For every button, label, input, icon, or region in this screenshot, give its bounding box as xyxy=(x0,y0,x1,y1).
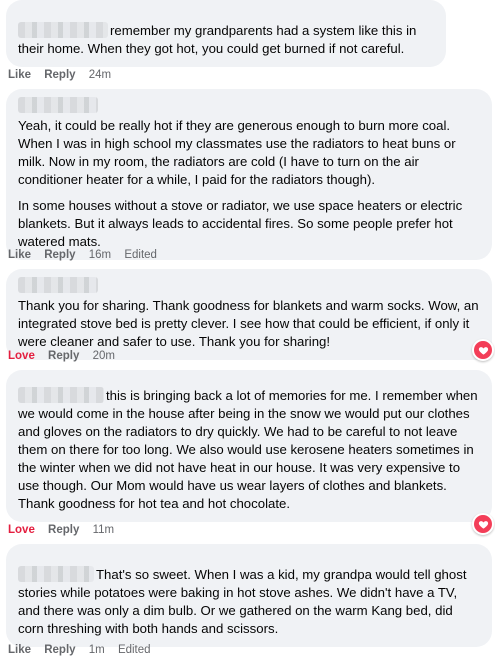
heart-reaction[interactable] xyxy=(472,339,494,361)
comment-actions: Like Reply 16m Edited xyxy=(8,249,167,261)
like-button[interactable]: Like xyxy=(8,249,31,261)
reply-button[interactable]: Reply xyxy=(48,524,79,536)
comment-text: remember my grandparents had a system li… xyxy=(18,21,417,56)
comment-5: That's so sweet. When I was a kid, my gr… xyxy=(6,544,492,647)
comment-1: remember my grandparents had a system li… xyxy=(6,0,446,67)
love-button[interactable]: Love xyxy=(8,350,35,362)
reply-button[interactable]: Reply xyxy=(44,249,75,261)
comment-paragraph: Yeah, it could be really hot if they are… xyxy=(18,118,456,187)
comment-text: this is bringing back a lot of memories … xyxy=(18,386,478,511)
timestamp[interactable]: 16m xyxy=(89,249,111,261)
author-name-blurred[interactable] xyxy=(18,277,98,293)
comment-paragraph: In some houses without a stove or radiat… xyxy=(18,198,463,249)
comment-actions: Love Reply 20m xyxy=(8,350,125,362)
like-button[interactable]: Like xyxy=(8,644,31,656)
author-name-blurred[interactable] xyxy=(18,21,108,38)
comment-4: this is bringing back a lot of memories … xyxy=(6,370,492,522)
comment-bubble: Yeah, it could be really hot if they are… xyxy=(6,89,492,260)
author-name-blurred[interactable] xyxy=(18,97,98,113)
like-button[interactable]: Like xyxy=(8,69,31,81)
edited-label: Edited xyxy=(124,249,157,261)
timestamp[interactable]: 20m xyxy=(93,350,115,362)
heart-icon xyxy=(478,520,488,529)
edited-label: Edited xyxy=(117,644,151,656)
comment-actions: Like Reply 24m xyxy=(8,69,121,81)
reply-button[interactable]: Reply xyxy=(44,69,75,81)
comment-bubble: Thank you for sharing. Thank goodness fo… xyxy=(6,269,492,360)
comment-bubble: this is bringing back a lot of memories … xyxy=(6,370,492,522)
timestamp[interactable]: 1m xyxy=(89,644,105,656)
love-button[interactable]: Love xyxy=(8,524,35,536)
comment-actions: Love Reply 11m xyxy=(8,524,124,536)
author-name-blurred[interactable] xyxy=(18,386,104,403)
timestamp[interactable]: 11m xyxy=(93,524,115,536)
heart-reaction[interactable] xyxy=(472,513,494,535)
reply-button[interactable]: Reply xyxy=(44,644,75,656)
comment-3: Thank you for sharing. Thank goodness fo… xyxy=(6,269,492,360)
author-name-blurred[interactable] xyxy=(18,565,94,582)
comment-actions: Like Reply 1m Edited xyxy=(8,644,161,656)
comment-paragraph: Thank you for sharing. Thank goodness fo… xyxy=(18,298,479,349)
comment-bubble: That's so sweet. When I was a kid, my gr… xyxy=(6,544,492,647)
timestamp[interactable]: 24m xyxy=(89,69,111,81)
reply-button[interactable]: Reply xyxy=(48,350,79,362)
comment-text: That's so sweet. When I was a kid, my gr… xyxy=(18,565,467,636)
comment-2: Yeah, it could be really hot if they are… xyxy=(6,89,492,260)
comment-bubble: remember my grandparents had a system li… xyxy=(6,0,446,67)
heart-icon xyxy=(478,346,488,355)
